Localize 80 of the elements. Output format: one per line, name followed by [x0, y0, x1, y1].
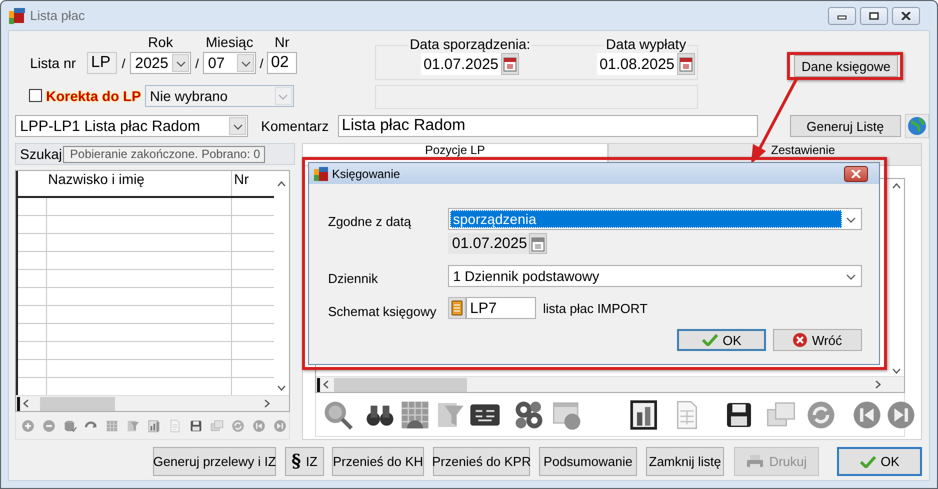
calendar-button[interactable] [677, 53, 695, 75]
check-icon [860, 456, 876, 468]
separator: / [120, 56, 126, 70]
status-field: Pobieranie zakończone. Pobrano: 0 [63, 146, 266, 162]
app-logo-icon [314, 166, 328, 180]
action-button[interactable]: Zamknij listę [646, 447, 724, 476]
field-label: Miesiąc [204, 34, 254, 50]
separator: / [258, 56, 264, 70]
number-field[interactable]: 02 [267, 52, 297, 74]
printer-icon [746, 454, 764, 468]
chart-icon[interactable] [147, 418, 161, 432]
journal-dropdown[interactable]: 1 Dziennik podstawowy [448, 265, 862, 287]
calendar-icon [677, 55, 695, 73]
field-label: Lista nr [30, 55, 77, 71]
dialog-title: Księgowanie [332, 166, 402, 180]
date-basis-dropdown[interactable]: sporządzenia [448, 208, 862, 230]
close-icon [901, 12, 911, 20]
date-field: 01.07.2025 [448, 233, 530, 254]
app-logo-icon [9, 8, 25, 24]
prefix-field: LP [87, 52, 117, 74]
scroll-down-icon[interactable] [892, 368, 901, 374]
checkbox-label: Korekta do LP [46, 88, 141, 104]
calendar-icon [529, 234, 548, 252]
template-dropdown[interactable]: LPP-LP1 Lista płac Radom [15, 115, 248, 137]
action-button[interactable]: Podsumowanie [539, 447, 637, 476]
close-icon [851, 170, 861, 178]
maximize-button[interactable] [860, 6, 888, 24]
cancel-icon [792, 333, 807, 347]
group-label: Data sporządzenia: [408, 36, 532, 52]
close-button[interactable] [844, 166, 868, 182]
calendar-icon [501, 55, 519, 73]
field-label: Zgodne z datą [328, 213, 412, 230]
column-header: Nazwisko i imię [47, 171, 146, 189]
field-label: Komentarz [261, 118, 329, 134]
close-button[interactable] [892, 6, 920, 24]
comment-field[interactable]: Lista płac Radom [338, 115, 758, 137]
gears-icon[interactable] [513, 398, 545, 430]
generate-list-button[interactable]: Generuj Listę [790, 115, 901, 137]
accounting-data-button[interactable]: Dane księgowe [794, 55, 898, 77]
field-label: Dziennik [328, 270, 379, 287]
scheme-picker-button[interactable] [448, 297, 466, 319]
back-button[interactable]: Wróć [773, 329, 862, 351]
scrollbar-thumb[interactable] [334, 378, 467, 392]
action-button[interactable]: Przenieś do KH [332, 447, 424, 476]
calendar-button[interactable] [501, 53, 519, 75]
search-label: Szukaj [20, 146, 62, 162]
action-button[interactable]: Przenieś do KPR [433, 447, 530, 476]
minimize-button[interactable] [828, 6, 856, 24]
table-icon[interactable] [399, 398, 431, 430]
year-dropdown[interactable]: 2025 [130, 52, 191, 74]
first-icon[interactable] [851, 398, 883, 430]
check-icon [702, 334, 718, 346]
separator: / [194, 56, 200, 70]
scheme-code-field[interactable]: LP7 [466, 297, 536, 319]
save-icon[interactable] [189, 418, 203, 432]
database-icon[interactable] [63, 418, 77, 432]
last-icon[interactable] [885, 398, 917, 430]
group-label: Data wypłaty [604, 36, 688, 52]
calendar-button[interactable] [529, 233, 548, 254]
refresh-icon[interactable] [805, 398, 837, 430]
globe-icon[interactable] [904, 114, 929, 138]
date-field[interactable]: 01.07.2025 [421, 53, 501, 75]
month-dropdown[interactable]: 07 [203, 52, 256, 74]
field-label: Rok [147, 34, 174, 50]
scheme-name: lista płac IMPORT [543, 300, 648, 316]
date-field[interactable]: 01.08.2025 [597, 53, 677, 75]
notebook-icon [451, 300, 463, 316]
scroll-up-icon[interactable] [277, 181, 286, 187]
iz-button[interactable]: § IZ [285, 447, 324, 476]
field-label: Schemat księgowy [328, 302, 438, 319]
scroll-down-icon[interactable] [277, 385, 286, 391]
ok-button[interactable]: OK [677, 329, 766, 351]
scrollbar-thumb[interactable] [40, 396, 115, 410]
ok-button[interactable]: OK [837, 447, 922, 476]
action-button[interactable]: Generuj przelewy i IZ [153, 447, 276, 476]
scroll-up-icon[interactable] [892, 183, 901, 189]
magnifier-icon[interactable] [322, 398, 354, 430]
window-title: Lista płac [30, 8, 86, 23]
maximize-icon [869, 12, 879, 20]
field-label: Nr [274, 34, 290, 50]
